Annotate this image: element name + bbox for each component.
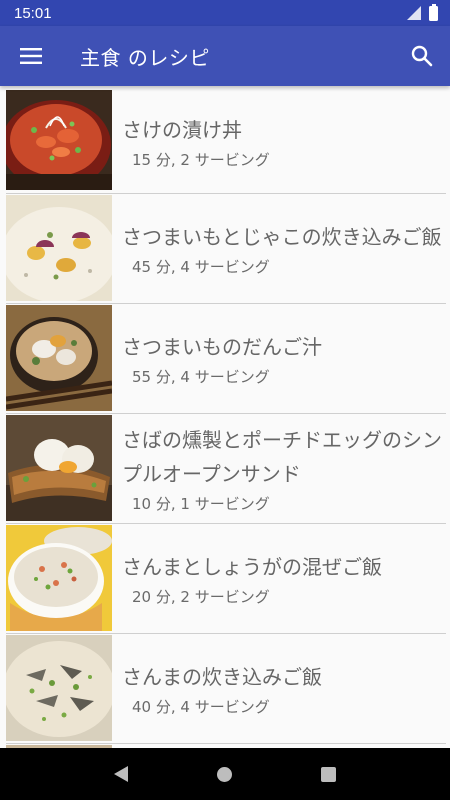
recipe-title: さつまいもとじゃこの炊き込みご飯 [122, 225, 442, 249]
recipe-meta: 15 分, 2 サービング [132, 150, 270, 169]
recipe-meta: 10 分, 1 サービング [132, 495, 270, 513]
system-navigation-bar [0, 748, 450, 800]
recipe-text: さつまいものだんご汁 55 分, 4 サービング [112, 305, 322, 413]
home-icon[interactable] [216, 766, 232, 782]
recipe-thumbnail [6, 525, 112, 631]
menu-button[interactable] [0, 26, 62, 86]
recipe-text: さんまの炊き込みご飯 40 分, 4 サービング [112, 635, 322, 743]
recipe-meta: 55 分, 4 サービング [132, 368, 270, 386]
recipe-thumbnail [6, 415, 112, 521]
recipe-text: さけの漬け丼 15 分, 2 サービング [112, 90, 270, 193]
search-icon [411, 45, 433, 67]
signal-icon [407, 6, 421, 20]
recipe-meta: 45 分, 4 サービング [132, 258, 270, 276]
back-icon[interactable] [114, 766, 129, 782]
recipe-title: さばの燻製とポーチドエッグのシンプルオープンサンド [122, 428, 442, 486]
recipe-meta: 40 分, 4 サービング [132, 698, 270, 716]
recipe-text: さばの燻製とポーチドエッグのシンプルオープンサンド 10 分, 1 サービング [112, 415, 446, 523]
recipe-meta: 20 分, 2 サービング [132, 588, 270, 606]
page-title: 主食 のレシピ [80, 45, 210, 70]
app-bar: 主食 のレシピ [0, 26, 450, 86]
recipe-title: さけの漬け丼 [122, 117, 242, 142]
search-button[interactable] [394, 26, 450, 86]
recipe-row[interactable]: さつまいものだんご汁 55 分, 4 サービング [6, 305, 446, 414]
recipe-row[interactable]: さんまとしょうがの混ぜご飯 20 分, 2 サービング [6, 525, 446, 634]
recipe-text: さんまとしょうがの混ぜご飯 20 分, 2 サービング [112, 525, 382, 633]
status-bar: 15:01 [0, 0, 450, 26]
recipe-thumbnail [6, 635, 112, 741]
recipe-row[interactable]: さつまいもとじゃこの炊き込みご飯 45 分, 4 サービング [6, 195, 446, 304]
recipe-title: さんまとしょうがの混ぜご飯 [122, 555, 382, 579]
recipe-list[interactable]: さけの漬け丼 15 分, 2 サービング さつまいもとじゃこの炊き込みご飯 45… [0, 86, 450, 748]
recipe-row[interactable]: さんまの炊き込みご飯 40 分, 4 サービング [6, 635, 446, 744]
status-icons [407, 3, 438, 21]
status-time: 15:01 [14, 4, 52, 22]
recipe-thumbnail [6, 305, 112, 411]
recipe-title: さつまいものだんご汁 [122, 335, 322, 359]
recipe-thumbnail [6, 90, 112, 196]
recipe-row[interactable]: さばの燻製とポーチドエッグのシンプルオープンサンド 10 分, 1 サービング [6, 415, 446, 524]
recipe-title: さんまの炊き込みご飯 [122, 665, 322, 689]
recipe-row[interactable]: さけの漬け丼 15 分, 2 サービング [6, 90, 446, 194]
recipe-thumbnail [6, 195, 112, 301]
hamburger-menu-icon [20, 48, 42, 64]
battery-icon [429, 3, 438, 21]
recipe-text: さつまいもとじゃこの炊き込みご飯 45 分, 4 サービング [112, 195, 442, 303]
recents-icon[interactable] [320, 766, 336, 782]
